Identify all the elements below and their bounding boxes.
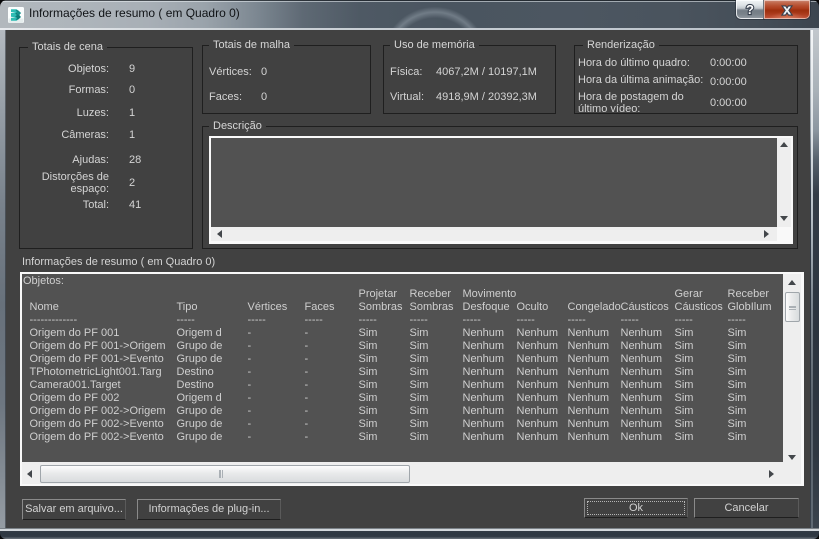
svg-text:x: x [783,2,792,19]
svg-text:?: ? [746,2,754,17]
